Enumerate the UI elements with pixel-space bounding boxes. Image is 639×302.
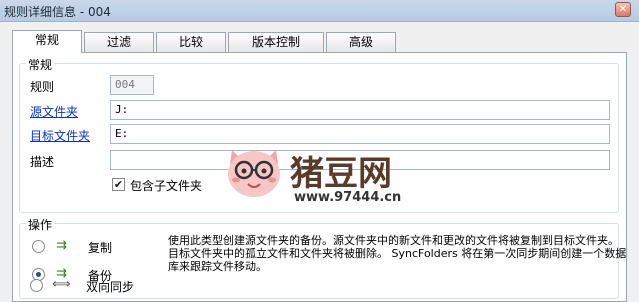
rule-field: 004 [110, 75, 154, 95]
copy-arrow-icon: ⇉ [56, 238, 67, 253]
dialog-body: 常规 过滤 比较 版本控制 高级 常规 规则 004 源文件夹 J: 目标文件夹… [0, 22, 639, 302]
general-group-label: 常规 [26, 56, 55, 73]
sync-arrows-icon: ⟺ [52, 277, 71, 292]
include-subfolders-label[interactable]: 包含子文件夹 [130, 177, 202, 194]
source-folder-field[interactable]: J: [110, 100, 610, 120]
tab-filter[interactable]: 过滤 [84, 32, 154, 52]
watermark-text: 猪豆网 [290, 154, 392, 194]
description-label: 描述 [30, 155, 55, 169]
rule-label: 规则 [30, 80, 55, 94]
title-bar: 规则详细信息 - 004 ✕ [0, 0, 639, 22]
watermark-logo: 猪豆网 www.97444.cn [222, 142, 422, 222]
tab-general[interactable]: 常规 [12, 30, 82, 53]
watermark-url: www.97444.cn [294, 190, 402, 205]
target-folder-link[interactable]: 目标文件夹 [30, 127, 90, 144]
tab-version-control[interactable]: 版本控制 [228, 32, 324, 52]
operation-group-label: 操作 [26, 216, 55, 233]
include-subfolders-checkbox[interactable]: ✔ [112, 178, 125, 191]
tab-advanced[interactable]: 高级 [326, 32, 396, 52]
target-folder-field[interactable]: E: [110, 124, 610, 144]
operation-description: 使用此类型创建源文件夹的备份。源文件夹中的新文件和更改的文件将被复制到目标文件夹… [168, 234, 627, 273]
pig-mascot-icon [228, 150, 280, 197]
tab-compare[interactable]: 比较 [156, 32, 226, 52]
copy-radio[interactable] [32, 240, 45, 253]
close-button[interactable]: ✕ [615, 2, 631, 17]
copy-label[interactable]: 复制 [88, 239, 112, 256]
source-folder-link[interactable]: 源文件夹 [30, 103, 78, 120]
window-title: 规则详细信息 - 004 [4, 5, 111, 19]
two-way-sync-label[interactable]: 双向同步 [86, 278, 134, 295]
two-way-sync-radio[interactable] [30, 279, 43, 292]
